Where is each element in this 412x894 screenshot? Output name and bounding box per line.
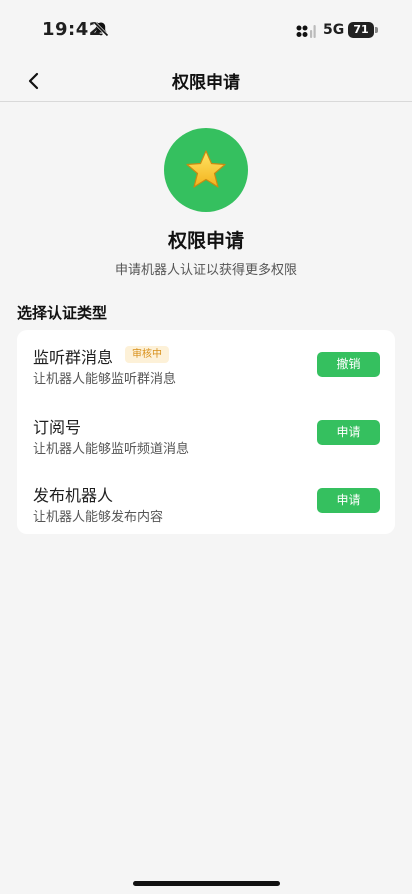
permission-card: 监听群消息 审核中 让机器人能够监听群消息 撤销 订阅号 让机器人能够监听频道消… xyxy=(17,330,395,534)
network-type: 5G xyxy=(323,22,345,38)
permission-row-listen-group: 监听群消息 审核中 让机器人能够监听群消息 撤销 xyxy=(17,330,395,394)
star-icon xyxy=(186,150,226,188)
revoke-button[interactable]: 撤销 xyxy=(317,352,380,377)
section-title: 选择认证类型 xyxy=(17,304,108,322)
permission-row-subscription: 订阅号 让机器人能够监听频道消息 申请 xyxy=(17,400,395,464)
hero-subtitle: 申请机器人认证以获得更多权限 xyxy=(114,263,297,278)
page-title: 权限申请 xyxy=(172,73,240,93)
screen: 19:42 5G 71 权限申请 权限申请 申请机器人认证以获得更多权限 选择认… xyxy=(0,0,412,894)
bell-off-icon xyxy=(93,21,109,37)
apply-button[interactable]: 申请 xyxy=(317,488,380,513)
status-bar: 19:42 5G 71 xyxy=(0,0,412,60)
hero-icon-circle xyxy=(164,128,248,212)
permission-row-publish-bot: 发布机器人 让机器人能够发布内容 申请 xyxy=(17,468,395,532)
apply-button[interactable]: 申请 xyxy=(317,420,380,445)
battery-level: 71 xyxy=(348,22,374,38)
home-indicator[interactable] xyxy=(133,881,280,886)
battery-icon: 71 xyxy=(348,22,378,38)
permission-title: 发布机器人 xyxy=(33,486,114,505)
permission-description: 让机器人能够监听群消息 xyxy=(33,372,177,387)
nav-bar: 权限申请 xyxy=(0,60,412,102)
status-badge: 审核中 xyxy=(125,346,169,363)
permission-title: 监听群消息 xyxy=(33,348,114,367)
permission-description: 让机器人能够监听频道消息 xyxy=(33,442,190,457)
signal-icon xyxy=(296,25,316,38)
hero-title: 权限申请 xyxy=(167,230,244,252)
battery-tip xyxy=(375,27,378,33)
permission-title: 订阅号 xyxy=(33,418,82,437)
permission-description: 让机器人能够发布内容 xyxy=(33,510,164,525)
